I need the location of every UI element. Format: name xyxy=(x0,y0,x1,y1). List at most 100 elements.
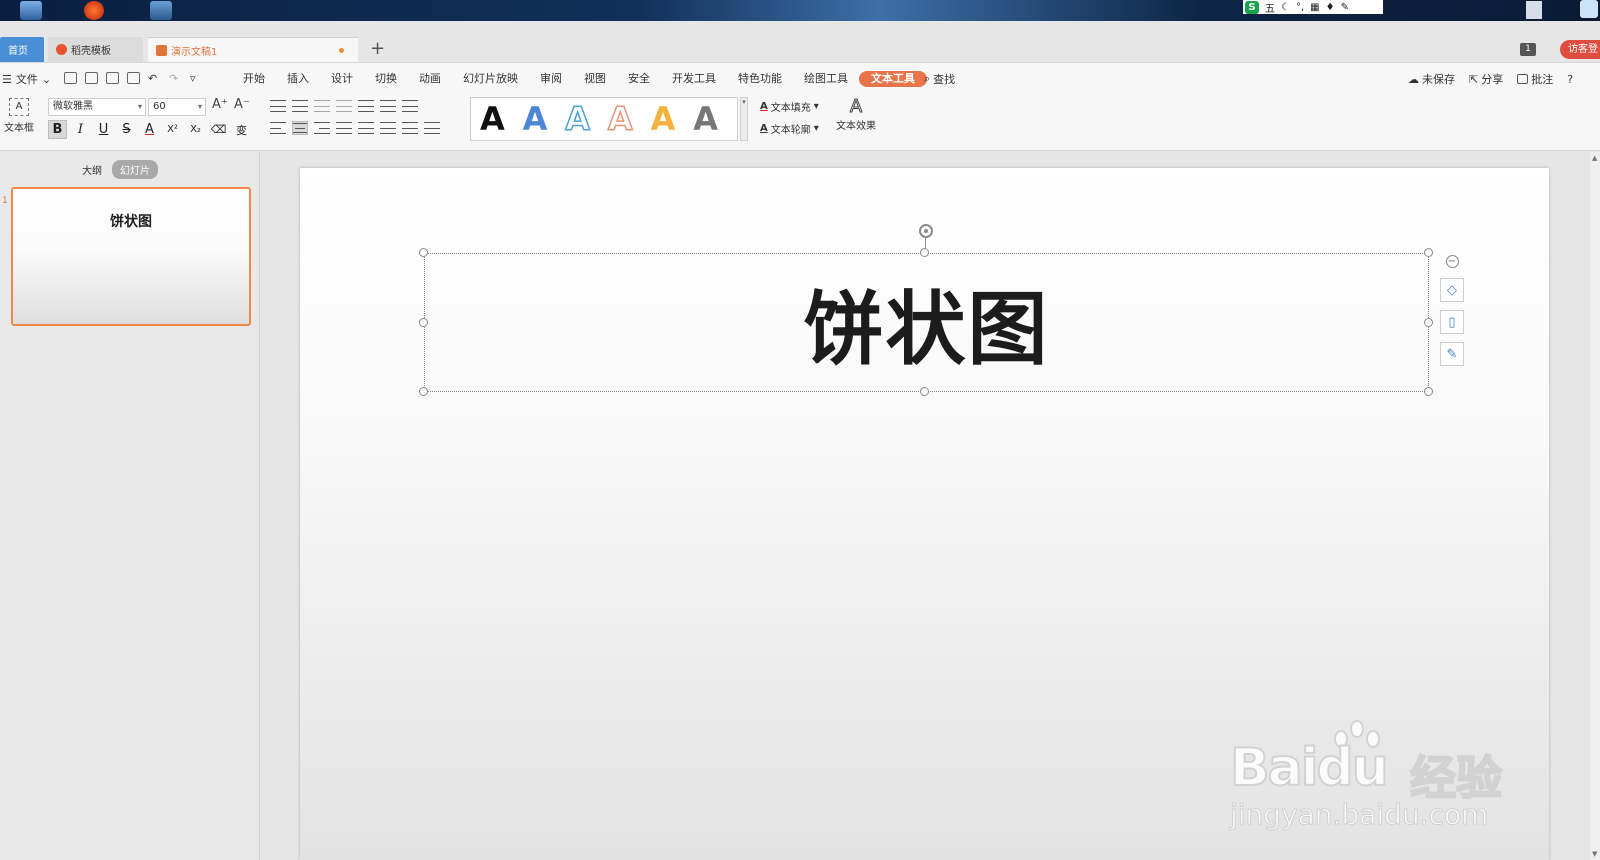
menu-item-1[interactable]: 插入 xyxy=(276,71,320,87)
superscript-button[interactable]: X² xyxy=(163,120,182,139)
numbered-list-icon[interactable] xyxy=(292,99,308,113)
paragraph-spacing-icon[interactable] xyxy=(402,121,418,135)
guest-login-button[interactable]: 访客登 xyxy=(1560,40,1600,59)
scroll-down-icon[interactable]: ▼ xyxy=(1592,850,1597,858)
moon-icon[interactable]: ☾ xyxy=(1281,2,1290,13)
gallery-more-button[interactable]: ▾ xyxy=(740,97,748,141)
menu-item-8[interactable]: 安全 xyxy=(617,71,661,87)
tab-slides[interactable]: 幻灯片 xyxy=(112,160,158,179)
align-center-icon[interactable] xyxy=(292,121,308,135)
align-right-icon[interactable] xyxy=(314,121,330,135)
text-style-gray[interactable]: A xyxy=(693,101,718,137)
tab-presentation-1[interactable]: 演示文稿1 xyxy=(148,37,358,62)
tool-icon[interactable]: ✎ xyxy=(1341,2,1349,13)
subscript-button[interactable]: X₂ xyxy=(186,120,205,139)
unsaved-status-button[interactable]: ☁ 未保存 xyxy=(1408,71,1455,87)
save-icon[interactable] xyxy=(64,72,77,84)
slide-thumbnail[interactable]: 饼状图 xyxy=(11,187,251,326)
punct-icon[interactable]: °, xyxy=(1296,2,1304,13)
format-painter-icon[interactable] xyxy=(85,72,98,84)
computer-icon[interactable] xyxy=(20,1,42,20)
justify-icon[interactable] xyxy=(336,121,352,135)
pen-icon[interactable]: ✎ xyxy=(1440,342,1464,366)
decrease-indent-icon[interactable] xyxy=(314,99,330,113)
text-style-gold[interactable]: A xyxy=(651,101,676,137)
underline-button[interactable]: U xyxy=(94,120,113,139)
menu-item-2[interactable]: 设计 xyxy=(320,71,364,87)
share-button[interactable]: ⇱ 分享 xyxy=(1469,71,1503,87)
menu-item-11[interactable]: 绘图工具 xyxy=(793,71,859,87)
print-preview-icon[interactable] xyxy=(127,72,140,84)
menu-item-9[interactable]: 开发工具 xyxy=(661,71,727,87)
tab-outline[interactable]: 大纲 xyxy=(82,162,102,177)
menu-item-6[interactable]: 审阅 xyxy=(529,71,573,87)
undo-icon[interactable]: ↶ xyxy=(148,72,161,85)
resize-handle-s[interactable] xyxy=(920,387,929,396)
text-fill-button[interactable]: A 文本填充 ▾ xyxy=(760,99,819,114)
text-direction-icon[interactable] xyxy=(380,99,396,113)
doc-icon[interactable] xyxy=(1526,1,1542,19)
text-style-blue[interactable]: A xyxy=(523,101,548,137)
distribute-icon[interactable] xyxy=(358,121,374,135)
resize-handle-sw[interactable] xyxy=(419,387,428,396)
slide-title[interactable]: 饼状图 xyxy=(424,253,1429,392)
italic-button[interactable]: I xyxy=(71,120,90,139)
comment-button[interactable]: 批注 xyxy=(1517,71,1553,87)
print-icon[interactable] xyxy=(106,72,119,84)
tab-docer-templates[interactable]: 稻壳模板 xyxy=(48,37,143,62)
text-outline-button[interactable]: A 文本轮廓 ▾ xyxy=(760,121,819,136)
keyboard-icon[interactable]: ▦ xyxy=(1310,2,1319,13)
resize-handle-w[interactable] xyxy=(419,318,428,327)
shrink-font-button[interactable]: A⁻ xyxy=(234,97,250,112)
menu-item-0[interactable]: 开始 xyxy=(232,71,276,87)
increase-indent-icon[interactable] xyxy=(336,99,352,113)
font-color-button[interactable]: A xyxy=(140,120,159,139)
flash-icon[interactable] xyxy=(84,1,104,20)
line-spacing-icon[interactable] xyxy=(380,121,396,135)
text-style-black[interactable]: A xyxy=(480,101,505,137)
resize-handle-nw[interactable] xyxy=(419,248,428,257)
text-style-blue-outline[interactable]: A xyxy=(565,100,591,138)
search-button[interactable]: ⌕ 查找 xyxy=(924,71,955,87)
customize-icon[interactable]: ▿ xyxy=(190,72,203,85)
network-icon[interactable] xyxy=(1580,0,1598,18)
archive-icon[interactable] xyxy=(150,1,172,20)
align-text-icon[interactable] xyxy=(402,99,418,113)
redo-icon[interactable]: ↷ xyxy=(169,72,182,85)
strikethrough-button[interactable]: S xyxy=(117,120,136,139)
resize-handle-ne[interactable] xyxy=(1424,248,1433,257)
resize-handle-se[interactable] xyxy=(1424,387,1433,396)
paragraph-settings-icon[interactable] xyxy=(424,121,440,135)
resize-handle-e[interactable] xyxy=(1424,318,1433,327)
rotate-handle-icon[interactable] xyxy=(919,224,933,238)
shape-fill-icon[interactable]: ◇ xyxy=(1440,278,1464,302)
phonetic-guide-button[interactable]: 变 xyxy=(232,120,251,139)
collapse-icon[interactable]: − xyxy=(1445,255,1459,268)
font-size-select[interactable]: 60 ▾ xyxy=(148,98,206,116)
align-left-icon[interactable] xyxy=(270,121,286,135)
textbox-button[interactable]: A 文本框 xyxy=(2,98,36,134)
file-menu-button[interactable]: ☰ 文件 ⌄ xyxy=(2,71,51,87)
columns-icon[interactable] xyxy=(358,99,374,113)
tab-home[interactable]: 首页 xyxy=(0,37,44,62)
new-tab-button[interactable]: + xyxy=(370,38,385,59)
ime-toolbar[interactable]: S 五 ☾ °, ▦ ♦ ✎ xyxy=(1243,0,1383,15)
text-effect-button[interactable]: A 文本效果 xyxy=(832,96,880,132)
grow-font-button[interactable]: A⁺ xyxy=(212,97,228,112)
mic-icon[interactable]: ♦ xyxy=(1326,2,1335,13)
menu-item-7[interactable]: 视图 xyxy=(573,71,617,87)
scroll-up-icon[interactable]: ▲ xyxy=(1592,154,1597,162)
menu-item-10[interactable]: 特色功能 xyxy=(727,71,793,87)
shape-outline-icon[interactable]: ▯ xyxy=(1440,310,1464,334)
clear-format-button[interactable]: ⌫ xyxy=(209,120,228,139)
ime-mode[interactable]: 五 xyxy=(1265,0,1275,15)
menu-item-3[interactable]: 切换 xyxy=(364,71,408,87)
help-button[interactable]: ? xyxy=(1567,73,1573,86)
resize-handle-n[interactable] xyxy=(920,248,929,257)
menu-item-5[interactable]: 幻灯片放映 xyxy=(452,71,529,87)
menu-item-12[interactable]: 文本工具 xyxy=(859,71,927,87)
window-count-badge[interactable]: 1 xyxy=(1520,43,1536,56)
bold-button[interactable]: B xyxy=(48,120,67,139)
vertical-scrollbar[interactable]: ▲ ▼ xyxy=(1590,152,1600,860)
font-name-select[interactable]: 微软雅黑 ▾ xyxy=(48,98,146,116)
